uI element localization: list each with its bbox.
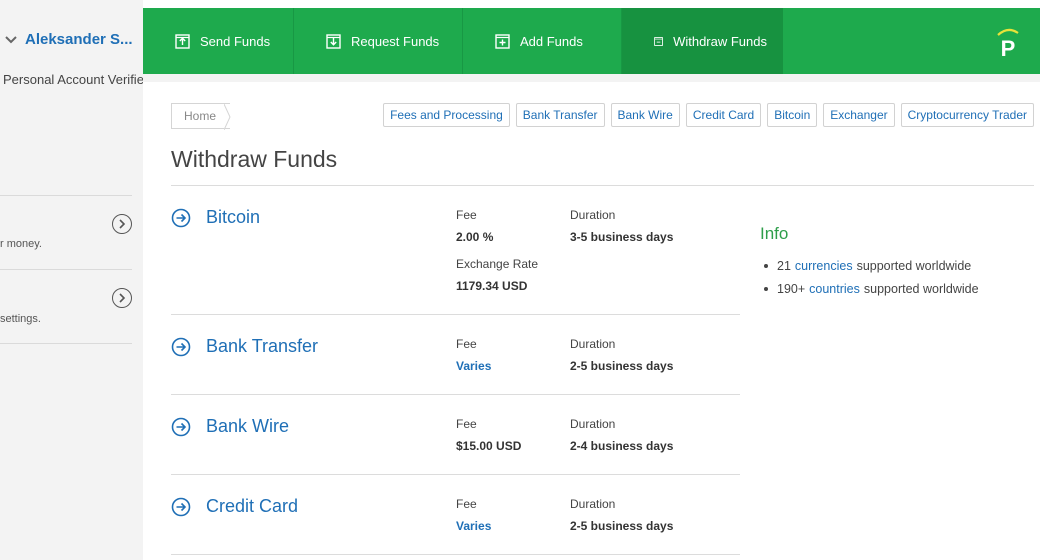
bullet (764, 286, 768, 291)
quicklink-bitcoin[interactable]: Bitcoin (767, 103, 818, 127)
quicklink-bank-wire[interactable]: Bank Wire (610, 103, 680, 127)
breadcrumb: Home (171, 103, 231, 130)
request-funds-icon (326, 33, 341, 49)
brand-logo-letter: P (1001, 36, 1016, 59)
chevron-down-icon (5, 35, 17, 43)
fee-label: Fee (456, 337, 477, 351)
info-item-prefix: 190+ (777, 281, 806, 296)
quicklink-cryptocurrency-trader[interactable]: Cryptocurrency Trader (900, 103, 1034, 127)
sidebar-divider (0, 269, 132, 270)
method-bank-transfer-link[interactable]: Bank Transfer (171, 336, 318, 357)
sidebar-section-desc: r money. (0, 238, 42, 250)
breadcrumb-home-label: Home (184, 109, 217, 123)
nav-withdraw-funds[interactable]: Withdraw Funds (622, 8, 783, 74)
page-title: Withdraw Funds (171, 146, 338, 172)
chevron-right-icon (119, 293, 126, 303)
brand-logo: P (997, 28, 1019, 59)
fee-value-link[interactable]: Varies (456, 519, 491, 533)
fee-value: 2.00 % (456, 230, 494, 244)
nav-withdraw-funds-label: Withdraw Funds (673, 33, 767, 49)
info-title: Info (760, 224, 789, 243)
sidebar-divider (0, 195, 132, 196)
duration-value: 2-5 business days (570, 359, 674, 373)
sidebar-section-arrow-button[interactable] (112, 214, 132, 234)
countries-link[interactable]: countries (809, 282, 860, 296)
method-name: Bank Wire (206, 416, 290, 436)
quicklinks: Fees and Processing Bank Transfer Bank W… (383, 103, 1034, 127)
sidebar-section-arrow-button[interactable] (112, 288, 132, 308)
circle-arrow-right-icon (171, 337, 191, 356)
bullet (764, 263, 768, 268)
method-bitcoin-link[interactable]: Bitcoin (171, 207, 260, 228)
account-status: Personal Account Verified (3, 72, 143, 87)
method-name: Bitcoin (206, 207, 261, 227)
title-divider (171, 185, 1034, 186)
currencies-link[interactable]: currencies (795, 259, 853, 273)
nav-send-funds-label: Send Funds (200, 33, 271, 49)
info-item: 21 currencies supported worldwide (760, 254, 979, 277)
exchange-rate-value: 1179.34 USD (456, 279, 528, 293)
circle-arrow-right-icon (171, 497, 191, 516)
quicklink-bank-transfer[interactable]: Bank Transfer (515, 103, 605, 127)
method-name: Bank Transfer (206, 336, 319, 356)
quicklink-fees-and-processing[interactable]: Fees and Processing (383, 103, 510, 127)
info-item-suffix: supported worldwide (863, 281, 979, 296)
fee-value-link[interactable]: Varies (456, 359, 491, 373)
method-divider (171, 314, 740, 315)
nav-add-funds[interactable]: Add Funds (463, 8, 622, 74)
nav-add-funds-label: Add Funds (520, 33, 583, 49)
send-funds-icon (175, 33, 190, 49)
fee-label: Fee (456, 417, 477, 431)
fee-label: Fee (456, 497, 477, 511)
duration-label: Duration (570, 208, 616, 222)
duration-value: 2-4 business days (570, 439, 674, 453)
duration-value: 2-5 business days (570, 519, 674, 533)
nav-request-funds-label: Request Funds (351, 33, 440, 49)
info-item-prefix: 21 (777, 258, 791, 273)
sidebar-section-desc: settings. (0, 313, 41, 325)
exchange-rate-label: Exchange Rate (456, 257, 539, 271)
sidebar-divider (0, 343, 132, 344)
quicklink-exchanger[interactable]: Exchanger (823, 103, 895, 127)
duration-value: 3-5 business days (570, 230, 674, 244)
method-credit-card-link[interactable]: Credit Card (171, 496, 298, 517)
user-menu-toggle[interactable]: Aleksander S... (4, 31, 133, 48)
nav-request-funds[interactable]: Request Funds (294, 8, 463, 74)
info-list: 21 currencies supported worldwide 190+ c… (760, 254, 979, 300)
method-divider (171, 554, 740, 555)
chevron-right-icon (119, 219, 126, 229)
top-nav: Send Funds Request Funds Add Funds Withd… (143, 8, 1040, 74)
nav-send-funds[interactable]: Send Funds (143, 8, 294, 74)
breadcrumb-home[interactable]: Home (171, 103, 231, 130)
fee-label: Fee (456, 208, 477, 222)
duration-label: Duration (570, 337, 616, 351)
withdraw-funds-icon (654, 36, 663, 46)
method-divider (171, 474, 740, 475)
circle-arrow-right-icon (171, 208, 191, 227)
add-funds-icon (495, 33, 510, 49)
quicklink-credit-card[interactable]: Credit Card (685, 103, 762, 127)
fee-value: $15.00 USD (456, 439, 522, 453)
method-name: Credit Card (206, 496, 299, 516)
user-name[interactable]: Aleksander S... (25, 31, 133, 48)
circle-arrow-right-icon (171, 417, 191, 436)
nav-underline (143, 74, 1040, 82)
info-item-suffix: supported worldwide (856, 258, 972, 273)
breadcrumb-arrow (224, 104, 231, 130)
duration-label: Duration (570, 417, 616, 431)
sidebar: Aleksander S... Personal Account Verifie… (0, 0, 143, 560)
info-item: 190+ countries supported worldwide (760, 277, 979, 300)
duration-label: Duration (570, 497, 616, 511)
method-divider (171, 394, 740, 395)
method-bank-wire-link[interactable]: Bank Wire (171, 416, 289, 437)
